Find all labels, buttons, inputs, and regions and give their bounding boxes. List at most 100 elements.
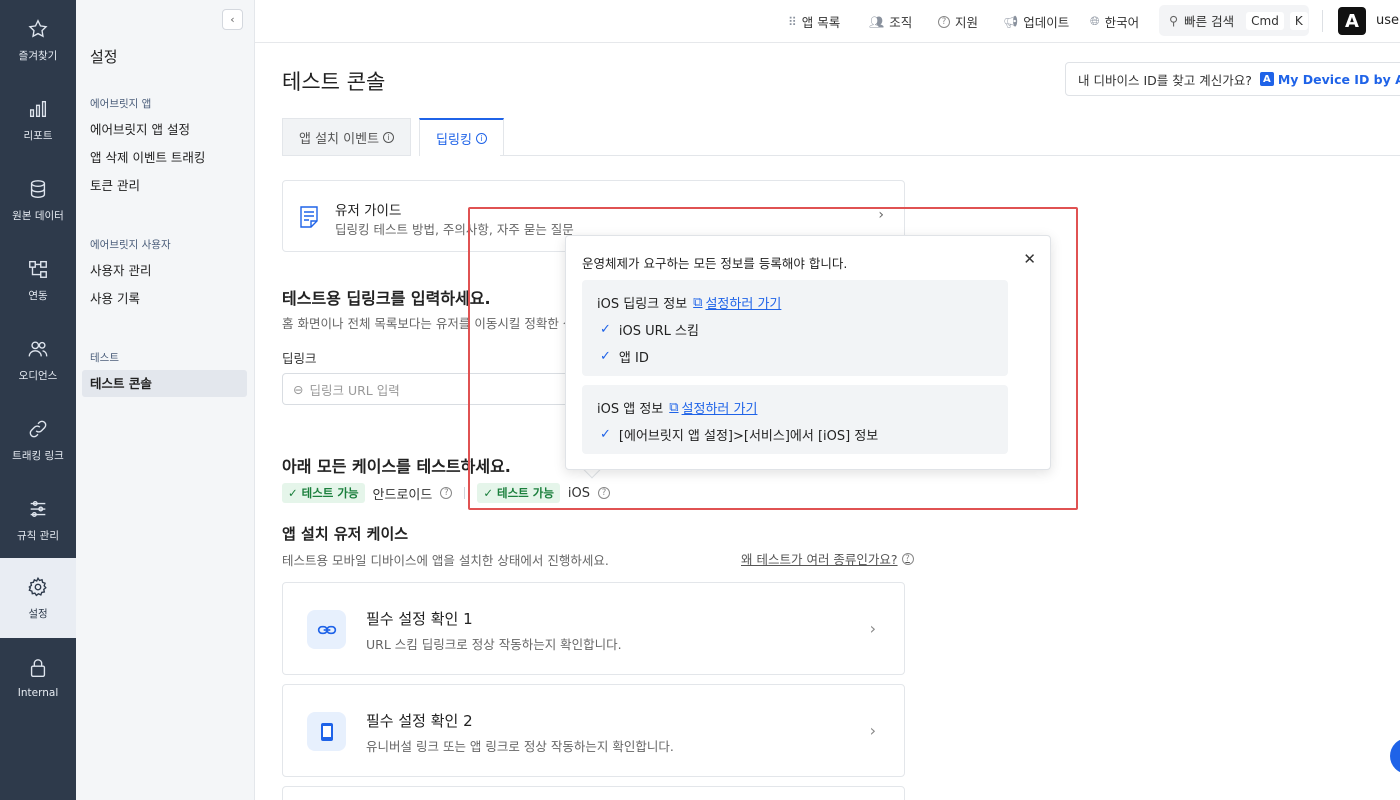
- sliders-icon: [30, 500, 46, 517]
- sidebar-item-token-management[interactable]: 토큰 관리: [82, 172, 247, 199]
- language-label: 한국어: [1104, 15, 1140, 30]
- deeplink-input-heading: 테스트용 딥링크를 입력하세요.: [282, 289, 491, 308]
- rail-label: 설정: [28, 607, 48, 620]
- top-bar: ⠿ 앱 목록 👥︎ 조직 ? 지원 📢︎ 업데이트 🌐︎ 한국어 ⚲ 빠른 검색 Cmd …: [255, 0, 1400, 43]
- updates-button[interactable]: 📢︎ 업데이트: [1003, 0, 1069, 43]
- rail-label: 원본 데이터: [12, 209, 64, 222]
- rail-label: 연동: [28, 289, 48, 302]
- rail-item-integrations[interactable]: 연동: [0, 240, 76, 320]
- user-menu[interactable]: user: [1376, 13, 1400, 28]
- card-title: 필수 설정 확인 1: [366, 610, 473, 628]
- sidebar-group-heading: 테스트: [90, 352, 119, 364]
- chevron-right-icon: ›: [869, 721, 876, 740]
- collapse-sidebar-button[interactable]: ‹: [222, 9, 243, 30]
- updates-label: 업데이트: [1023, 15, 1070, 30]
- document-icon: [300, 206, 318, 228]
- settings-sidebar: ‹ 설정 에어브릿지 앱 에어브릿지 앱 설정 앱 삭제 이벤트 트래킹 토큰 …: [76, 0, 255, 800]
- sidebar-item-usage-history[interactable]: 사용 기록: [82, 285, 247, 312]
- chevron-left-icon: ‹: [230, 13, 235, 26]
- chevron-right-icon: ›: [869, 619, 876, 638]
- deeplink-placeholder: 딥링크 URL 입력: [309, 382, 400, 398]
- platform-android: 안드로이드: [372, 487, 433, 503]
- rail-label: 리포트: [23, 129, 53, 142]
- people-icon: 👥︎: [869, 14, 885, 29]
- rail-item-raw-data[interactable]: 원본 데이터: [0, 160, 76, 240]
- sidebar-group-heading: 에어브릿지 사용자: [90, 239, 171, 251]
- test-case-card[interactable]: [282, 786, 905, 800]
- tab-label: 앱 설치 이벤트: [299, 131, 380, 147]
- airbridge-badge-icon: A: [1259, 72, 1274, 86]
- test-case-card[interactable]: 필수 설정 확인 1 URL 스킴 딥링크로 정상 작동하는지 확인합니다. ›: [282, 582, 905, 675]
- card-title: 필수 설정 확인 2: [366, 712, 473, 730]
- integration-icon: [29, 260, 47, 278]
- tab-deeplinking[interactable]: 딥링킹 i: [419, 118, 504, 156]
- rail-item-internal[interactable]: Internal: [0, 638, 76, 718]
- my-device-id-link[interactable]: A My Device ID by Airbridge: [1259, 71, 1400, 87]
- support-label: 지원: [955, 15, 979, 30]
- test-case-card[interactable]: 필수 설정 확인 2 유니버설 링크 또는 앱 링크로 정상 작동하는지 확인합…: [282, 684, 905, 777]
- database-icon: [30, 179, 46, 198]
- sidebar-item-label: 앱 삭제 이벤트 트래킹: [90, 150, 206, 165]
- language-button[interactable]: 🌐︎ 한국어: [1090, 0, 1139, 43]
- help-icon: ?: [938, 15, 950, 28]
- sidebar-group-heading: 에어브릿지 앱: [90, 98, 152, 110]
- sidebar-item-app-settings[interactable]: 에어브릿지 앱 설정: [82, 116, 247, 143]
- org-button[interactable]: 👥︎ 조직: [869, 0, 912, 43]
- megaphone-icon: 📢︎: [1003, 14, 1019, 29]
- tab-install-event[interactable]: 앱 설치 이벤트 i: [282, 118, 412, 156]
- gear-icon: [28, 576, 47, 596]
- bar-chart-icon: [29, 100, 47, 117]
- app-list-button[interactable]: ⠿ 앱 목록: [788, 0, 840, 43]
- install-case-heading: 앱 설치 유저 케이스: [282, 525, 409, 543]
- rail-label: 즐겨찾기: [18, 49, 58, 62]
- guide-title: 유저 가이드: [335, 203, 402, 219]
- help-icon: ?: [901, 552, 914, 565]
- rail-label: 오디언스: [18, 369, 58, 382]
- audience-icon: [28, 340, 48, 356]
- airbridge-logo[interactable]: A: [1338, 7, 1366, 35]
- tab-bar: 앱 설치 이벤트 i 딥링킹 i: [282, 118, 504, 156]
- help-icon[interactable]: ?: [440, 487, 453, 499]
- grid-icon: ⠿: [788, 14, 797, 29]
- org-label: 조직: [889, 15, 913, 30]
- rail-label: 트래킹 링크: [12, 449, 64, 462]
- sidebar-item-user-management[interactable]: 사용자 관리: [82, 257, 247, 284]
- deeplink-field-label: 딥링크: [282, 351, 317, 366]
- link-icon: ⊖: [293, 381, 304, 397]
- card-description: 유니버설 링크 또는 앱 링크로 정상 작동하는지 확인합니다.: [366, 739, 674, 754]
- lock-icon: [30, 659, 46, 677]
- device-id-banner: 내 디바이스 ID를 찾고 계신가요? A My Device ID by Ai…: [1065, 62, 1400, 96]
- why-link-label: 왜 테스트가 여러 종류인가요?: [741, 552, 898, 567]
- why-multiple-tests-link[interactable]: 왜 테스트가 여러 종류인가요??: [741, 549, 914, 568]
- rail-item-favorites[interactable]: 즐겨찾기: [0, 0, 76, 80]
- quick-search-label: 빠른 검색: [1184, 14, 1235, 29]
- star-icon: [28, 18, 48, 38]
- app-list-label: 앱 목록: [801, 15, 841, 30]
- rail-item-audience[interactable]: 오디언스: [0, 320, 76, 400]
- sidebar-item-uninstall-tracking[interactable]: 앱 삭제 이벤트 트래킹: [82, 144, 247, 171]
- support-button[interactable]: ? 지원: [938, 0, 978, 43]
- rail-item-tracking-link[interactable]: 트래킹 링크: [0, 400, 76, 480]
- rail-item-reports[interactable]: 리포트: [0, 80, 76, 160]
- link-icon: [29, 420, 47, 437]
- kbd-k: K: [1289, 11, 1308, 30]
- kbd-cmd: Cmd: [1246, 11, 1284, 30]
- quick-search-button[interactable]: ⚲ 빠른 검색 Cmd K: [1159, 5, 1309, 36]
- card-description: URL 스킴 딥링크로 정상 작동하는지 확인합니다.: [366, 637, 622, 652]
- device-id-prompt: 내 디바이스 ID를 찾고 계신가요?: [1078, 72, 1252, 88]
- my-device-id-label: My Device ID by Airbridge: [1277, 71, 1400, 87]
- divider: [464, 487, 466, 499]
- rail-item-rules[interactable]: 규칙 관리: [0, 480, 76, 560]
- globe-icon: 🌐︎: [1090, 14, 1100, 28]
- rail-item-settings[interactable]: 설정: [0, 558, 76, 638]
- chat-fab-button[interactable]: [1390, 738, 1400, 774]
- phone-icon: [307, 712, 346, 751]
- link-icon: [307, 610, 346, 649]
- rail-label: Internal: [17, 687, 59, 699]
- sidebar-item-test-console[interactable]: 테스트 콘솔: [82, 370, 247, 397]
- highlight-box: [468, 207, 1078, 510]
- divider: [1322, 10, 1323, 32]
- search-icon: ⚲: [1169, 13, 1179, 28]
- primary-nav-rail: 즐겨찾기 리포트 원본 데이터 연동 오디언스 트래킹 링크 규칙 관리 설정 …: [0, 0, 76, 800]
- tab-label: 딥링킹: [436, 132, 472, 148]
